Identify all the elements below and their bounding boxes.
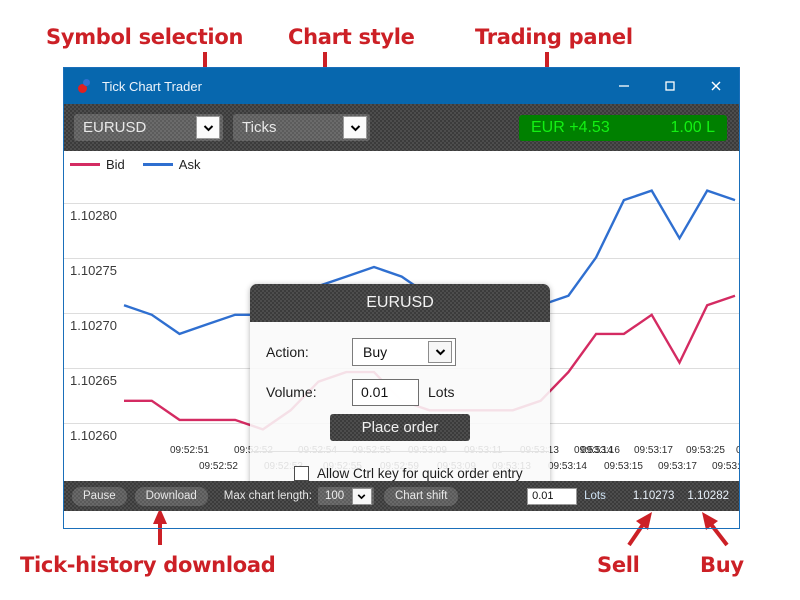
order-dialog-title: EURUSD [250,284,550,322]
order-dialog-body: Action: Buy Volume: 0.01 Lots Place orde… [250,322,550,481]
legend-label-bid: Bid [106,157,125,172]
maximize-button[interactable] [647,68,693,104]
x-axis-label-top: 09:53:16 [581,445,620,456]
symbol-select[interactable]: EURUSD [74,114,223,141]
chevron-down-icon[interactable] [351,487,372,505]
download-button[interactable]: Download [134,486,208,506]
annotation-trading-panel: Trading panel [475,25,633,49]
ctrl-key-checkbox[interactable] [294,465,309,481]
trading-panel-summary[interactable]: EUR +4.53 1.00 L [519,115,727,141]
ctrl-key-checkbox-row[interactable]: Allow Ctrl key for quick order entry [250,452,550,481]
annotation-tick-history-download: Tick-history download [20,553,276,577]
x-axis-label-bottom: 09:53:15 [604,461,643,472]
app-icon-blue-dot [83,79,90,86]
lot-size-label: Lots [584,490,606,502]
x-axis-label-top: 09:53:29 [736,445,739,456]
ctrl-key-checkbox-label: Allow Ctrl key for quick order entry [317,465,523,481]
buy-price[interactable]: 1.10282 [687,490,729,502]
sell-price[interactable]: 1.10273 [633,490,675,502]
x-axis-label-top: 09:53:17 [634,445,673,456]
volume-input[interactable]: 0.01 [352,378,419,406]
action-row: Action: Buy [250,332,550,372]
chart-legend: Bid Ask [70,157,200,172]
legend-label-ask: Ask [178,157,201,172]
trading-panel-pl: EUR +4.53 [531,119,610,136]
app-window: Tick Chart Trader EURUSD Ticks EUR +4.53 [64,68,739,528]
place-order-row: Place order [250,412,550,451]
legend-swatch-bid [70,163,100,166]
action-select-value: Buy [363,344,388,360]
action-label: Action: [266,344,309,360]
bottom-toolbar: Pause Download Max chart length: 100 Cha… [64,481,739,511]
x-axis-label-bottom: 09:52:52 [199,461,238,472]
x-axis-label-top: 09:53:25 [686,445,725,456]
max-chart-length-select[interactable]: 100 [317,487,374,505]
trading-panel-position: 1.00 L [670,119,715,136]
legend-item-bid: Bid [70,157,125,172]
lot-size-input[interactable]: 0.01 [527,487,578,505]
x-axis-label-bottom: 09:53:17 [658,461,697,472]
annotation-sell: Sell [597,553,640,577]
top-toolbar: EURUSD Ticks EUR +4.53 1.00 L [64,104,739,151]
bottom-right-group: 0.01 Lots 1.10273 1.10282 [527,487,729,505]
order-dialog[interactable]: EURUSD Action: Buy Volume: 0.01 Lots Pla… [250,284,550,481]
chart-shift-button[interactable]: Chart shift [383,486,459,506]
pause-button[interactable]: Pause [72,486,127,506]
chevron-down-icon[interactable] [343,116,367,139]
x-axis-label-bottom: 09:53:14 [548,461,587,472]
close-button[interactable] [693,68,739,104]
legend-item-ask: Ask [142,157,201,172]
max-chart-length-value: 100 [324,490,345,502]
legend-swatch-ask [142,163,173,166]
window-title: Tick Chart Trader [102,78,202,94]
action-select[interactable]: Buy [352,338,456,366]
x-axis-label-top: 09:52:51 [170,445,209,456]
annotation-buy: Buy [700,553,744,577]
volume-lots-label: Lots [428,384,455,400]
x-axis-label-bottom: 09:53:26 [712,461,739,472]
annotation-chart-style: Chart style [288,25,415,49]
max-chart-length-label: Max chart length: [223,490,312,502]
chart-area[interactable]: Bid Ask 1.10280 1.10275 1.10270 1.10265 … [64,151,739,481]
minimize-button[interactable] [601,68,647,104]
annotation-symbol-selection: Symbol selection [46,25,244,49]
chart-style-select[interactable]: Ticks [233,114,370,141]
chart-style-select-value: Ticks [242,119,277,136]
volume-row: Volume: 0.01 Lots [250,372,550,412]
title-bar: Tick Chart Trader [64,68,739,104]
place-order-button[interactable]: Place order [330,414,470,441]
chevron-down-icon[interactable] [428,341,452,363]
app-icon [76,75,104,97]
symbol-select-value: EURUSD [83,119,147,136]
chevron-down-icon[interactable] [196,116,220,139]
volume-label: Volume: [266,384,317,400]
